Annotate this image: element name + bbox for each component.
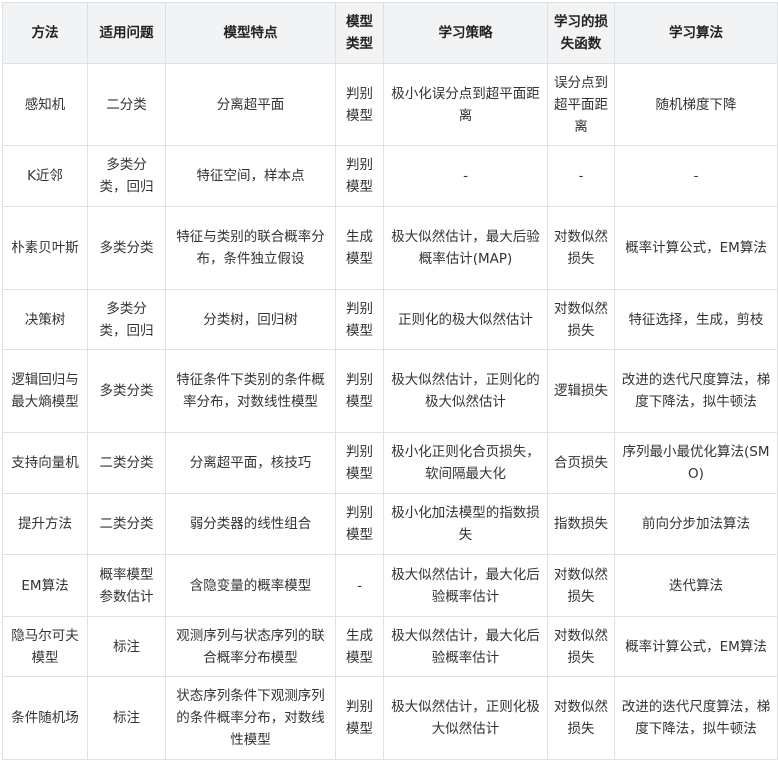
cell-algorithm: 概率计算公式，EM算法: [614, 616, 778, 677]
cell-algorithm: 序列最小最优化算法(SMO): [614, 432, 778, 494]
header-method: 方法: [2, 2, 88, 64]
cell-model-type: 判别模型: [335, 289, 384, 350]
cell-loss: 对数似然损失: [547, 676, 615, 760]
cell-algorithm: -: [614, 145, 778, 207]
cell-model-features: 分离超平面: [165, 63, 336, 146]
table-row: 感知机 二分类 分离超平面 判别模型 极小化误分点到超平面距离 误分点到超平面距…: [2, 63, 778, 146]
table-row: 提升方法 二类分类 弱分类器的线性组合 判别模型 极小化加法模型的指数损失 指数…: [2, 493, 778, 555]
header-loss: 学习的损失函数: [547, 2, 615, 64]
cell-strategy: 极小化加法模型的指数损失: [383, 493, 548, 555]
table-row: 逻辑回归与最大熵模型 多类分类 特征条件下类别的条件概率分布，对数线性模型 判别…: [2, 349, 778, 433]
cell-strategy: -: [383, 145, 548, 207]
cell-strategy: 极大似然估计，最大化后验概率估计: [383, 616, 548, 677]
ml-methods-table: 方法 适用问题 模型特点 模型类型 学习策略 学习的损失函数 学习算法 感知机 …: [2, 2, 778, 760]
cell-model-features: 状态序列条件下观测序列的条件概率分布，对数线性模型: [165, 676, 336, 760]
cell-model-type: 判别模型: [335, 145, 384, 207]
cell-loss: 逻辑损失: [547, 349, 615, 433]
table-row: 隐马尔可夫模型 标注 观测序列与状态序列的联合概率分布模型 生成模型 极大似然估…: [2, 616, 778, 677]
cell-loss: 指数损失: [547, 493, 615, 555]
cell-algorithm: 改进的迭代尺度算法，梯度下降法，拟牛顿法: [614, 676, 778, 760]
cell-strategy: 极大似然估计，正则化的极大似然估计: [383, 349, 548, 433]
cell-strategy: 极小化正则化合页损失，软间隔最大化: [383, 432, 548, 494]
cell-problem: 概率模型参数估计: [87, 554, 166, 617]
cell-algorithm: 前向分步加法算法: [614, 493, 778, 555]
cell-loss: 对数似然损失: [547, 206, 615, 290]
header-row: 方法 适用问题 模型特点 模型类型 学习策略 学习的损失函数 学习算法: [2, 2, 778, 64]
cell-model-features: 分离超平面，核技巧: [165, 432, 336, 494]
cell-problem: 多类分类: [87, 206, 166, 290]
cell-problem: 标注: [87, 676, 166, 760]
table-row: 朴素贝叶斯 多类分类 特征与类别的联合概率分布，条件独立假设 生成模型 极大似然…: [2, 206, 778, 290]
cell-strategy: 正则化的极大似然估计: [383, 289, 548, 350]
cell-strategy: 极小化误分点到超平面距离: [383, 63, 548, 146]
cell-model-type: -: [335, 554, 384, 617]
cell-model-features: 观测序列与状态序列的联合概率分布模型: [165, 616, 336, 677]
cell-loss: 对数似然损失: [547, 554, 615, 617]
cell-model-type: 判别模型: [335, 63, 384, 146]
header-model-features: 模型特点: [165, 2, 336, 64]
table-row: K近邻 多类分类，回归 特征空间，样本点 判别模型 - - -: [2, 145, 778, 207]
cell-model-type: 判别模型: [335, 676, 384, 760]
cell-model-type: 判别模型: [335, 493, 384, 555]
cell-method: 条件随机场: [2, 676, 88, 760]
cell-model-features: 特征条件下类别的条件概率分布，对数线性模型: [165, 349, 336, 433]
cell-problem: 二类分类: [87, 432, 166, 494]
cell-method: 朴素贝叶斯: [2, 206, 88, 290]
cell-loss: 合页损失: [547, 432, 615, 494]
cell-problem: 二类分类: [87, 493, 166, 555]
cell-strategy: 极大似然估计，最大后验概率估计(MAP): [383, 206, 548, 290]
cell-strategy: 极大似然估计，最大化后验概率估计: [383, 554, 548, 617]
cell-model-features: 弱分类器的线性组合: [165, 493, 336, 555]
cell-loss: 对数似然损失: [547, 289, 615, 350]
cell-method: 提升方法: [2, 493, 88, 555]
cell-model-features: 特征与类别的联合概率分布，条件独立假设: [165, 206, 336, 290]
header-problem: 适用问题: [87, 2, 166, 64]
cell-method: 感知机: [2, 63, 88, 146]
header-strategy: 学习策略: [383, 2, 548, 64]
cell-model-type: 生成模型: [335, 206, 384, 290]
cell-model-type: 判别模型: [335, 349, 384, 433]
cell-problem: 多类分类，回归: [87, 145, 166, 207]
header-algorithm: 学习算法: [614, 2, 778, 64]
cell-problem: 多类分类，回归: [87, 289, 166, 350]
cell-problem: 二分类: [87, 63, 166, 146]
cell-model-features: 含隐变量的概率模型: [165, 554, 336, 617]
cell-method: EM算法: [2, 554, 88, 617]
table-row: 支持向量机 二类分类 分离超平面，核技巧 判别模型 极小化正则化合页损失，软间隔…: [2, 432, 778, 494]
cell-model-type: 生成模型: [335, 616, 384, 677]
cell-model-features: 特征空间，样本点: [165, 145, 336, 207]
cell-algorithm: 特征选择，生成，剪枝: [614, 289, 778, 350]
cell-model-features: 分类树，回归树: [165, 289, 336, 350]
cell-algorithm: 改进的迭代尺度算法，梯度下降法，拟牛顿法: [614, 349, 778, 433]
cell-strategy: 极大似然估计，正则化极大似然估计: [383, 676, 548, 760]
cell-method: 隐马尔可夫模型: [2, 616, 88, 677]
header-model-type: 模型类型: [335, 2, 384, 64]
cell-algorithm: 迭代算法: [614, 554, 778, 617]
table-row: 条件随机场 标注 状态序列条件下观测序列的条件概率分布，对数线性模型 判别模型 …: [2, 676, 778, 760]
cell-model-type: 判别模型: [335, 432, 384, 494]
cell-algorithm: 概率计算公式，EM算法: [614, 206, 778, 290]
table-row: EM算法 概率模型参数估计 含隐变量的概率模型 - 极大似然估计，最大化后验概率…: [2, 554, 778, 617]
cell-method: K近邻: [2, 145, 88, 207]
table-row: 决策树 多类分类，回归 分类树，回归树 判别模型 正则化的极大似然估计 对数似然…: [2, 289, 778, 350]
cell-loss: 误分点到超平面距离: [547, 63, 615, 146]
cell-method: 逻辑回归与最大熵模型: [2, 349, 88, 433]
cell-problem: 多类分类: [87, 349, 166, 433]
cell-loss: 对数似然损失: [547, 616, 615, 677]
cell-algorithm: 随机梯度下降: [614, 63, 778, 146]
cell-problem: 标注: [87, 616, 166, 677]
cell-method: 支持向量机: [2, 432, 88, 494]
cell-loss: -: [547, 145, 615, 207]
cell-method: 决策树: [2, 289, 88, 350]
